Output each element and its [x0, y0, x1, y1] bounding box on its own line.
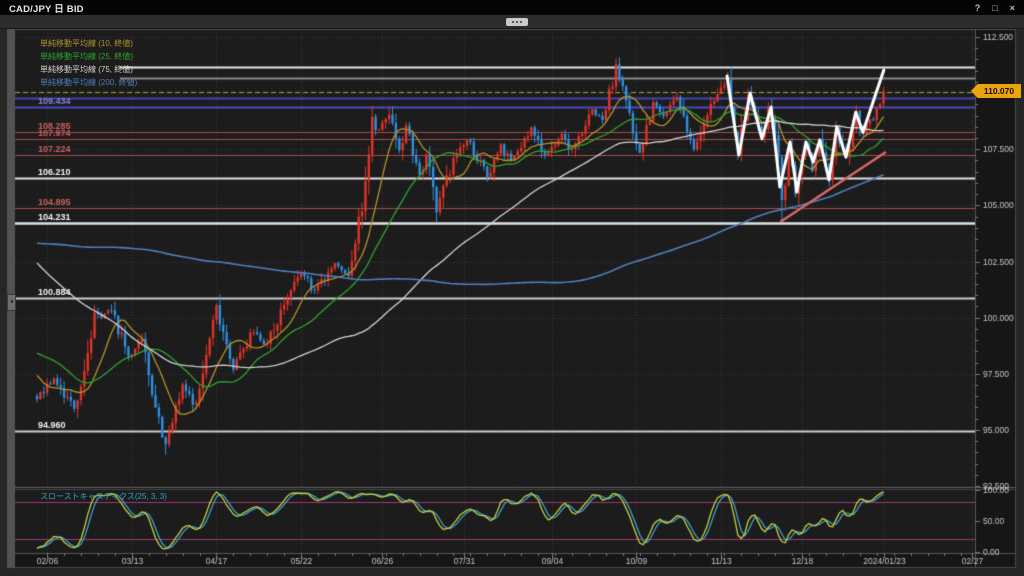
indicator-legend: 単純移動平均線 (10, 終値) 単純移動平均線 (25, 終値) 単純移動平均…: [40, 37, 137, 89]
close-button[interactable]: ×: [1010, 3, 1015, 13]
title-bar: CAD/JPY 日 BID ? □ ×: [0, 0, 1024, 15]
sidebar-collapse-handle-icon[interactable]: ◂: [7, 294, 16, 311]
current-price-tag: 110.070: [971, 84, 1021, 98]
window-title: CAD/JPY 日 BID: [9, 1, 84, 15]
legend-sma-10[interactable]: 単純移動平均線 (10, 終値): [40, 37, 137, 50]
stochastic-legend[interactable]: スローストキャスティクス(25, 3, 3): [40, 491, 167, 502]
legend-sma-25[interactable]: 単純移動平均線 (25, 終値): [40, 50, 137, 63]
price-chart-canvas[interactable]: [0, 0, 1024, 576]
legend-sma-75[interactable]: 単純移動平均線 (75, 終値): [40, 63, 137, 76]
trading-chart-window: { "window": { "title": "CAD/JPY 日 BID", …: [0, 0, 1024, 576]
toolbar-collapse-handle-icon[interactable]: [506, 18, 528, 26]
toolbar-strip: [0, 15, 1024, 29]
legend-sma-200[interactable]: 単純移動平均線 (200, 終値): [40, 76, 137, 89]
window-controls: ? □ ×: [975, 3, 1015, 13]
help-button[interactable]: ?: [975, 3, 981, 13]
maximize-button[interactable]: □: [992, 3, 997, 13]
